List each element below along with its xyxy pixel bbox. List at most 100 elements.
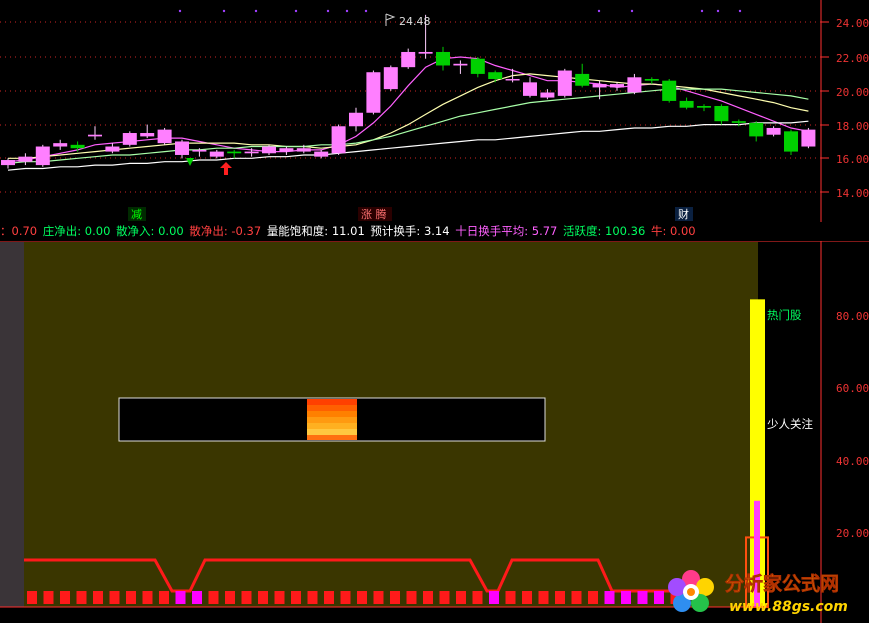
candle-body — [575, 73, 590, 86]
candle-body — [314, 151, 329, 157]
signal-square — [324, 591, 334, 604]
candle-body — [1, 160, 15, 166]
candle-body — [644, 78, 659, 81]
candle-body — [279, 148, 294, 152]
candle-body — [227, 151, 242, 154]
candle-body — [488, 72, 503, 79]
signal-label-zhangteng: 涨 腾 — [361, 207, 387, 221]
signal-square — [126, 591, 136, 604]
signal-square — [291, 591, 301, 604]
signal-square — [274, 591, 285, 604]
signal-square — [571, 591, 582, 604]
hot-stock-label: 热门股 — [767, 308, 802, 322]
candle-body — [18, 156, 33, 162]
candle-body — [731, 121, 746, 123]
candle-body — [401, 51, 416, 68]
signal-square — [588, 591, 598, 604]
watermark-title: 分析家公式网 — [725, 572, 839, 595]
candle-body — [383, 67, 398, 90]
candle-body — [140, 133, 155, 137]
signal-square — [241, 591, 252, 604]
candle-body — [610, 84, 624, 88]
info-item-8: 牛: 0.00 — [650, 224, 696, 238]
candle-body — [453, 63, 468, 66]
signal-square — [109, 591, 120, 604]
price-tick-4: 16.00 — [836, 153, 869, 166]
info-item-3: 散净出: -0.37 — [189, 224, 265, 238]
flower-icon — [668, 570, 714, 612]
candle-body — [122, 133, 137, 145]
signal-square — [175, 591, 186, 604]
candle-body — [35, 146, 50, 166]
signal-square — [654, 591, 664, 604]
signal-square — [357, 591, 367, 604]
candle-body — [436, 51, 450, 66]
candle-body — [557, 70, 572, 96]
signal-square — [208, 591, 219, 604]
signal-square — [258, 591, 268, 604]
candle-body — [209, 151, 224, 157]
signal-square — [472, 591, 483, 604]
signal-square — [60, 591, 70, 604]
indicator-left-strip — [0, 242, 24, 607]
candle-body — [470, 58, 485, 74]
signal-square — [505, 591, 516, 604]
signal-label-jian: 减 — [131, 208, 142, 221]
signal-square — [93, 591, 103, 604]
info-item-6: 十日换手平均: 5.77 — [455, 224, 562, 238]
signal-square — [637, 591, 648, 604]
signal-square — [621, 591, 631, 604]
signal-square — [192, 591, 202, 604]
signal-square — [555, 591, 565, 604]
candle-body — [801, 129, 816, 147]
signal-square — [76, 591, 87, 604]
signal-square — [142, 591, 153, 604]
watermark-url: www.88gs.com — [729, 599, 848, 615]
candle-body — [749, 122, 764, 137]
info-item-4: 量能饱和度: 11.01 — [266, 224, 369, 238]
signal-square — [340, 591, 351, 604]
candle-body — [540, 92, 555, 98]
signal-square — [522, 591, 532, 604]
info-item-2: 散净入: 0.00 — [116, 224, 188, 238]
candle-body — [349, 112, 363, 127]
indicator-tick-3: 20.00 — [836, 527, 869, 540]
info-item-7: 活跃度: 100.36 — [563, 224, 649, 238]
signal-square — [307, 591, 318, 604]
candle-body — [697, 106, 711, 108]
signal-square — [456, 591, 466, 604]
candle-body — [175, 141, 189, 155]
signal-square — [489, 591, 499, 604]
few-attention-label: 少人关注 — [767, 417, 813, 431]
candle-body — [88, 134, 102, 137]
signal-square — [159, 591, 169, 604]
signal-square — [423, 591, 433, 604]
price-tick-0: 24.00 — [836, 17, 869, 30]
indicator-tick-0: 80.00 — [836, 310, 869, 323]
candle-body — [331, 126, 346, 154]
candle-body — [766, 127, 781, 135]
candle-body — [784, 131, 798, 152]
signal-square — [538, 591, 549, 604]
signal-label-cai: 财 — [678, 207, 689, 221]
candle-body — [592, 84, 607, 88]
candle-body — [53, 143, 68, 147]
price-chart[interactable]: 24.48 减 涨 腾 财 24.00 22.00 20.00 18.00 16… — [0, 0, 869, 222]
high-price-label: 24.48 — [399, 15, 431, 28]
candle-body — [714, 106, 729, 122]
candle-body — [244, 151, 259, 154]
candle-body — [366, 72, 381, 113]
heat-box — [118, 397, 546, 442]
price-chart-background — [0, 0, 869, 222]
price-tick-3: 18.00 — [836, 120, 869, 133]
candle-body — [192, 149, 207, 152]
candle-body — [70, 144, 85, 149]
signal-square — [439, 591, 450, 604]
price-tick-2: 20.00 — [836, 86, 869, 99]
indicator-tick-1: 60.00 — [836, 382, 869, 395]
candle-body — [296, 148, 311, 152]
info-item-5: 预计换手: 3.14 — [370, 224, 454, 238]
signal-square — [27, 591, 37, 604]
candle-body — [505, 78, 520, 81]
price-tick-5: 14.00 — [836, 187, 869, 200]
